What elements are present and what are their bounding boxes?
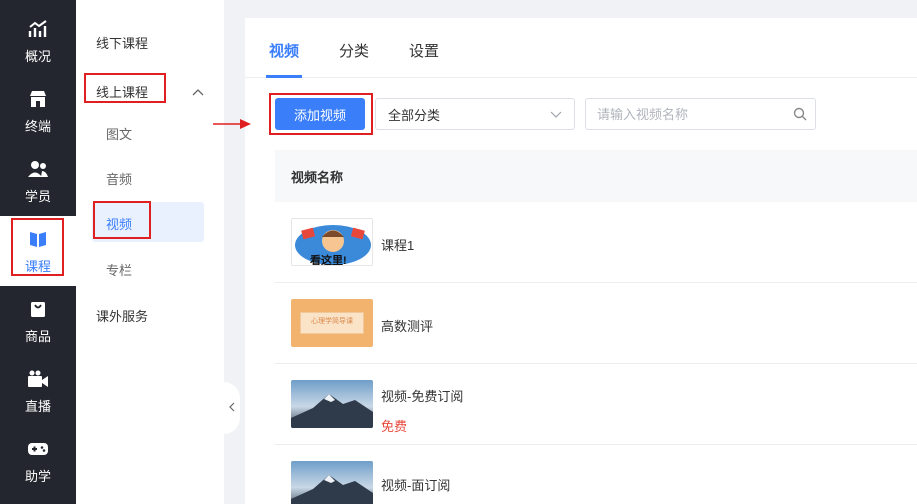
nav-label: 商品 (24, 328, 51, 344)
chart-trend-icon (27, 18, 49, 40)
sub-item-audio[interactable]: 音频 (106, 169, 132, 188)
store-icon (27, 88, 49, 110)
nav-label: 助学 (24, 468, 51, 484)
nav-item-overview[interactable]: 概况 (0, 6, 76, 76)
sub-item-online-courses[interactable]: 线上课程 (96, 82, 148, 101)
nav-label: 课程 (24, 258, 51, 274)
book-icon (27, 228, 49, 250)
add-video-button[interactable]: 添加视频 (275, 98, 365, 130)
sub-item-video[interactable]: 视频 (106, 214, 132, 233)
video-thumbnail (291, 380, 373, 428)
main-nav: 概况 终端 学员 课程 商品 直播 助学 (0, 0, 76, 504)
video-title[interactable]: 视频-面订阅 (381, 475, 450, 494)
video-thumbnail: 看这里! (291, 218, 373, 266)
sub-item-article[interactable]: 图文 (106, 124, 132, 143)
nav-item-students[interactable]: 学员 (0, 146, 76, 216)
nav-item-courses[interactable]: 课程 (0, 216, 76, 286)
nav-item-goods[interactable]: 商品 (0, 286, 76, 356)
table-row[interactable]: 心理学简导课 高数测评 (275, 283, 917, 364)
collapse-sidebar-button[interactable] (224, 382, 240, 434)
gamepad-icon (27, 438, 49, 460)
table-row[interactable]: 视频-面订阅 (275, 445, 917, 504)
video-title[interactable]: 视频-免费订阅 (381, 386, 463, 405)
sub-item-offline-courses[interactable]: 线下课程 (96, 33, 148, 52)
tab-bar: 视频 分类 设置 (245, 18, 917, 78)
search-icon[interactable] (785, 107, 815, 121)
category-select[interactable]: 全部分类 (375, 98, 575, 130)
sub-item-extra-services[interactable]: 课外服务 (96, 306, 148, 325)
sub-item-column[interactable]: 专栏 (106, 260, 132, 279)
tab-category[interactable]: 分类 (339, 40, 369, 61)
video-search-box (585, 98, 816, 130)
thumbnail-caption: 心理学简导课 (311, 318, 353, 325)
video-thumbnail (291, 461, 373, 504)
nav-item-terminal[interactable]: 终端 (0, 76, 76, 146)
video-thumbnail: 心理学简导课 (291, 299, 373, 347)
nav-item-live[interactable]: 直播 (0, 356, 76, 426)
nav-label: 学员 (24, 188, 51, 204)
video-table: 视频名称 看这里! 课程1 心理学简导课 高数测评 视频-免费订阅 免费 视频-… (275, 150, 917, 504)
users-icon (27, 158, 49, 180)
nav-label: 直播 (24, 398, 51, 414)
table-header: 视频名称 (275, 150, 917, 202)
tab-settings[interactable]: 设置 (409, 40, 439, 61)
video-search-input[interactable] (586, 99, 785, 129)
nav-label: 终端 (24, 118, 51, 134)
bag-icon (27, 298, 49, 320)
category-select-value: 全部分类 (388, 107, 441, 123)
free-badge: 免费 (381, 419, 408, 434)
chevron-left-icon (229, 402, 235, 415)
table-row[interactable]: 看这里! 课程1 (275, 202, 917, 283)
thumbnail-caption: 看这里! (310, 255, 347, 266)
chevron-down-icon (550, 107, 562, 122)
nav-label: 概况 (24, 48, 51, 64)
table-row[interactable]: 视频-免费订阅 免费 (275, 364, 917, 445)
video-camera-icon (27, 368, 49, 390)
main-panel: 视频 分类 设置 添加视频 全部分类 视频名称 (245, 18, 917, 504)
tab-active-indicator (266, 75, 302, 78)
video-title[interactable]: 高数测评 (381, 316, 433, 335)
chevron-up-icon[interactable] (192, 84, 204, 99)
tab-video[interactable]: 视频 (269, 40, 299, 61)
annotation-arrow-icon (213, 119, 251, 129)
nav-item-assist[interactable]: 助学 (0, 426, 76, 496)
video-title[interactable]: 课程1 (381, 235, 414, 254)
column-header-video-name: 视频名称 (291, 169, 344, 185)
sub-nav: 线下课程 线上课程 图文 音频 视频 专栏 课外服务 (76, 0, 224, 504)
